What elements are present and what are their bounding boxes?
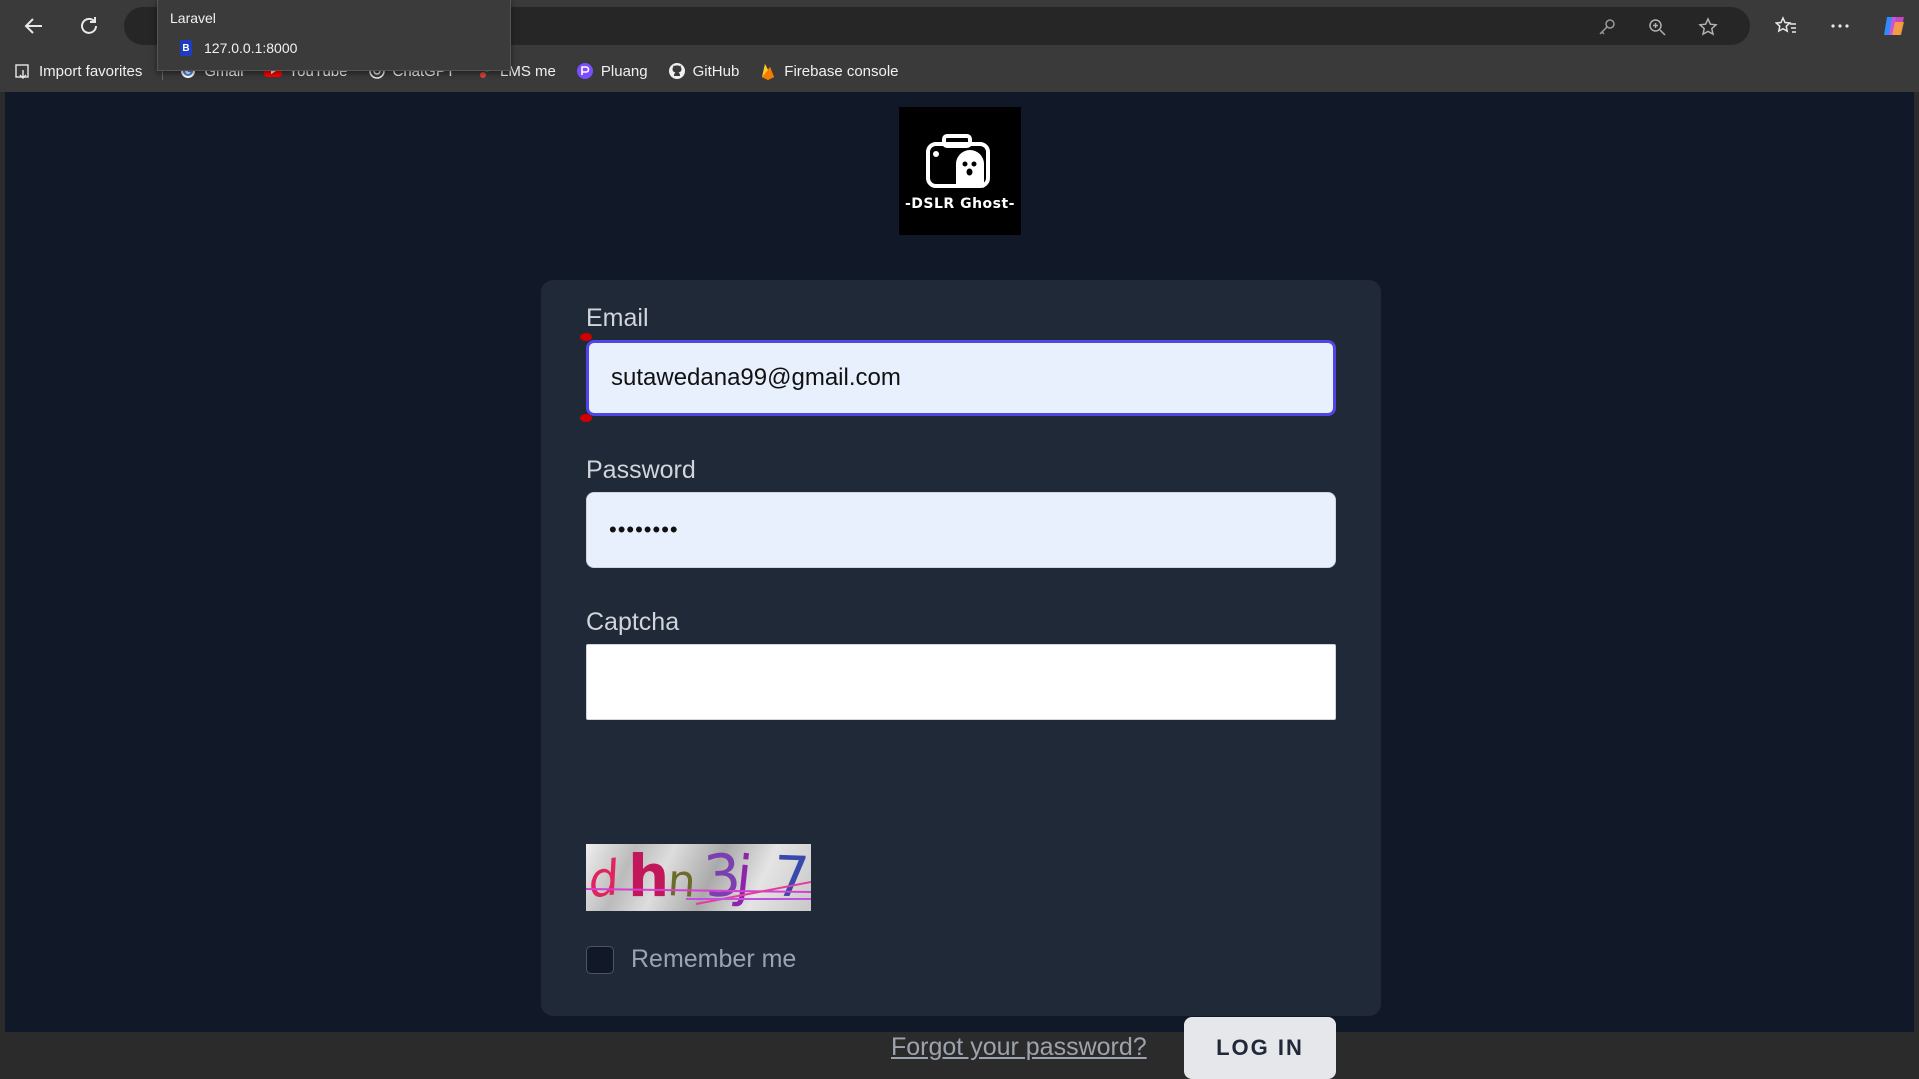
copilot-icon[interactable] <box>1878 10 1910 42</box>
reload-icon[interactable] <box>73 10 105 42</box>
password-field[interactable]: •••••••• <box>586 492 1336 568</box>
captcha-char: h <box>628 844 669 910</box>
input-marker-bottom <box>580 414 592 422</box>
more-icon[interactable] <box>1824 10 1856 42</box>
captcha-char: d <box>586 850 623 910</box>
zoom-icon[interactable] <box>1642 12 1672 42</box>
bookmark-firebase-console[interactable]: Firebase console <box>759 62 899 80</box>
key-icon[interactable] <box>1592 12 1622 42</box>
remember-me-checkbox[interactable] <box>586 946 614 974</box>
firebase-icon <box>759 62 777 80</box>
tooltip-url-row: B 127.0.0.1:8000 <box>180 40 297 56</box>
captcha-graphic: d hn 3j 7 <box>586 844 811 911</box>
email-value: sutawedana99@gmail.com <box>611 364 901 391</box>
bookmark-label: Pluang <box>600 62 648 80</box>
password-value: •••••••• <box>609 517 679 542</box>
email-label: Email <box>586 304 649 332</box>
github-icon <box>668 62 686 80</box>
favorites-icon[interactable] <box>1770 10 1802 42</box>
import-icon <box>14 62 32 80</box>
bookmark-github[interactable]: GitHub <box>668 62 740 80</box>
bookmark-import-favorites[interactable]: Import favorites <box>14 62 142 80</box>
login-button[interactable]: LOG IN <box>1184 1017 1336 1079</box>
bookmark-label: Firebase console <box>784 62 899 80</box>
tooltip-url: 127.0.0.1:8000 <box>204 40 298 56</box>
star-icon[interactable] <box>1693 12 1723 42</box>
forgot-password-link[interactable]: Forgot your password? <box>891 1033 1147 1062</box>
camera-ghost-icon <box>926 134 990 188</box>
remember-me-label[interactable]: Remember me <box>631 945 796 974</box>
site-logo[interactable]: -DSLR Ghost- <box>899 107 1021 235</box>
bookmark-pluang[interactable]: Pluang <box>576 62 648 80</box>
tooltip-title: Laravel <box>170 10 216 26</box>
logo-text: -DSLR Ghost- <box>904 196 1015 212</box>
captcha-char: 7 <box>773 845 811 911</box>
bookmark-label: GitHub <box>692 62 740 80</box>
bookmark-label: Import favorites <box>39 62 143 80</box>
captcha-label: Captcha <box>586 608 680 636</box>
email-field[interactable]: sutawedana99@gmail.com <box>586 340 1336 416</box>
login-card: Email sutawedana99@gmail.com Password ••… <box>541 280 1381 1079</box>
page-content: -DSLR Ghost- Email sutawedana99@gmail.co… <box>5 92 1914 1079</box>
back-icon[interactable] <box>18 10 50 42</box>
password-label: Password <box>586 456 696 484</box>
laravel-favicon-icon: B <box>180 40 192 56</box>
captcha-image: dhn3j7 <box>586 844 811 911</box>
pluang-icon <box>576 62 594 80</box>
tab-tooltip: Laravel B 127.0.0.1:8000 <box>157 0 511 71</box>
captcha-field[interactable] <box>586 644 1336 720</box>
